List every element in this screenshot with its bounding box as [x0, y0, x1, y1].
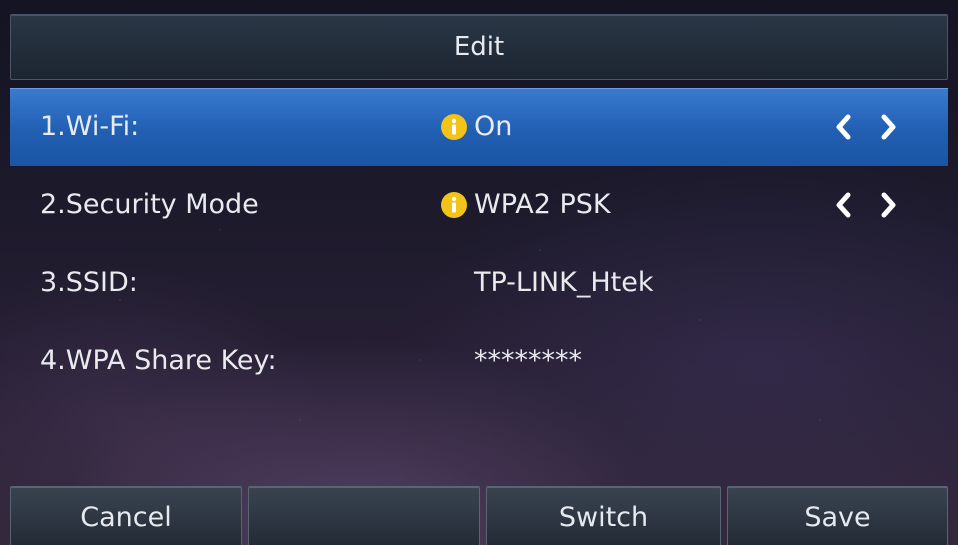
empty-softkey[interactable]: [248, 486, 480, 545]
value-switcher: [828, 187, 904, 223]
setting-row-wpa-share-key[interactable]: 4.WPA Share Key: ********: [10, 322, 948, 400]
setting-label-ssid: 3.SSID:: [40, 267, 138, 298]
info-icon[interactable]: [440, 191, 468, 219]
chevron-left-icon[interactable]: [828, 109, 858, 145]
setting-label-wpa-share-key: 4.WPA Share Key:: [40, 345, 277, 376]
save-button[interactable]: Save: [727, 486, 948, 545]
settings-list: 1.Wi-Fi: On 2.Security Mode WPA2 PSK 3.S…: [10, 88, 948, 400]
page-title: Edit: [453, 32, 505, 62]
setting-row-wifi[interactable]: 1.Wi-Fi: On: [10, 88, 948, 166]
wpa-share-key-field[interactable]: ********: [474, 322, 582, 400]
setting-value-security-mode: WPA2 PSK: [474, 189, 611, 220]
setting-value-wifi: On: [474, 111, 513, 142]
setting-row-ssid[interactable]: 3.SSID: TP-LINK_Htek: [10, 244, 948, 322]
phone-screen: Edit 1.Wi-Fi: On 2.Security Mode WPA2 PS…: [0, 0, 958, 545]
setting-row-security-mode[interactable]: 2.Security Mode WPA2 PSK: [10, 166, 948, 244]
chevron-right-icon[interactable]: [874, 109, 904, 145]
value-switcher: [828, 109, 904, 145]
title-bar: Edit: [10, 14, 948, 80]
chevron-left-icon[interactable]: [828, 187, 858, 223]
setting-label-wifi: 1.Wi-Fi:: [40, 111, 140, 142]
info-icon[interactable]: [440, 113, 468, 141]
switch-button[interactable]: Switch: [486, 486, 721, 545]
setting-label-security-mode: 2.Security Mode: [40, 189, 259, 220]
cancel-button[interactable]: Cancel: [10, 486, 242, 545]
chevron-right-icon[interactable]: [874, 187, 904, 223]
softkey-bar: Cancel Switch Save: [10, 486, 958, 545]
ssid-field[interactable]: TP-LINK_Htek: [474, 244, 653, 322]
